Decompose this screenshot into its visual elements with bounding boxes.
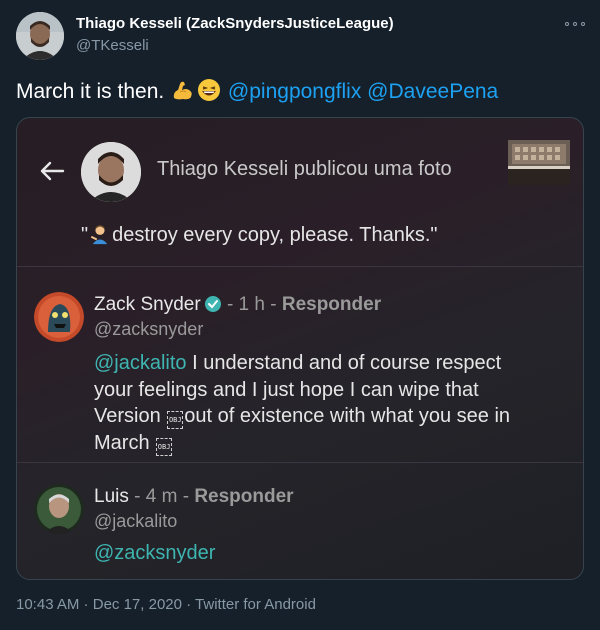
reply-button[interactable]: Responder <box>194 486 293 507</box>
object-placeholder-icon: OBJ <box>156 437 173 456</box>
comment-body[interactable]: @zacksnyder <box>94 542 215 565</box>
attached-image[interactable]: Thiago Kesseli publicou uma foto " destr… <box>16 117 584 580</box>
comment-line-3a: Version <box>94 405 167 427</box>
comment-line-2: your feelings and I just hope I can wipe… <box>94 378 479 401</box>
media-avatar <box>81 142 141 202</box>
comment-line-1: I understand and of course respect <box>186 352 502 374</box>
comment-mention[interactable]: @jackalito <box>94 352 187 374</box>
back-arrow-icon <box>40 161 65 181</box>
mention-pingpongflix[interactable]: @pingpongflix <box>228 80 361 103</box>
mention-daveepena[interactable]: @DaveePena <box>367 80 498 103</box>
comment-author-name[interactable]: Luis <box>94 486 129 507</box>
author-name[interactable]: Thiago Kesseli (ZackSnydersJusticeLeague… <box>76 15 394 32</box>
luis-avatar[interactable] <box>34 484 84 534</box>
quote-text: " destroy every copy, please. Thanks." <box>81 223 438 247</box>
object-placeholder-icon: OBJ <box>167 411 184 429</box>
comment-author-name[interactable]: Zack Snyder <box>94 294 201 315</box>
tweet-source[interactable]: Twitter for Android <box>195 596 316 613</box>
author-handle[interactable]: @TKesseli <box>76 37 149 54</box>
comment-author-line: Zack Snyder - 1 h - Responder <box>94 294 381 316</box>
verified-badge-icon <box>204 296 221 312</box>
grinning-squinting-face-icon <box>198 79 221 101</box>
comment-body: @jackalito I understand and of course re… <box>94 350 564 456</box>
tweet-date[interactable]: Dec 17, 2020 <box>93 596 182 613</box>
zack-snyder-avatar[interactable] <box>34 292 84 342</box>
quote-mark: " <box>81 224 89 246</box>
comment-time: - 1 h - <box>226 294 277 315</box>
comment-time: - 4 m - <box>134 486 190 507</box>
tweet-timestamp: 10:43 AM · Dec 17, 2020 · Twitter for An… <box>16 596 316 613</box>
comment-line-4: March <box>94 431 156 454</box>
tweet-text-prefix: March it is then. <box>16 80 165 103</box>
separator: · <box>79 596 93 613</box>
comment-author-handle: @jackalito <box>94 511 178 531</box>
flexed-biceps-icon <box>173 81 192 100</box>
tweet-card: Thiago Kesseli (ZackSnydersJusticeLeague… <box>0 0 600 630</box>
tweet-text: March it is then. @pingpongflix @DaveePe… <box>16 78 498 104</box>
comment-author-line: Luis - 4 m - Responder <box>94 486 294 508</box>
person-gesturing-icon <box>90 225 108 245</box>
author-avatar[interactable] <box>16 12 64 60</box>
comment-line-3b: out of existence with what you see in <box>184 405 511 427</box>
post-thumbnail <box>508 140 570 185</box>
tweet-time[interactable]: 10:43 AM <box>16 596 79 613</box>
reply-button[interactable]: Responder <box>282 294 381 315</box>
divider <box>17 462 583 463</box>
divider <box>17 266 583 267</box>
more-options-icon[interactable] <box>565 17 585 31</box>
comment-author-handle: @zacksnyder <box>94 319 204 339</box>
quote-body: destroy every copy, please. Thanks." <box>112 224 438 246</box>
separator: · <box>181 596 196 613</box>
media-header-text: Thiago Kesseli publicou uma foto <box>157 158 452 180</box>
